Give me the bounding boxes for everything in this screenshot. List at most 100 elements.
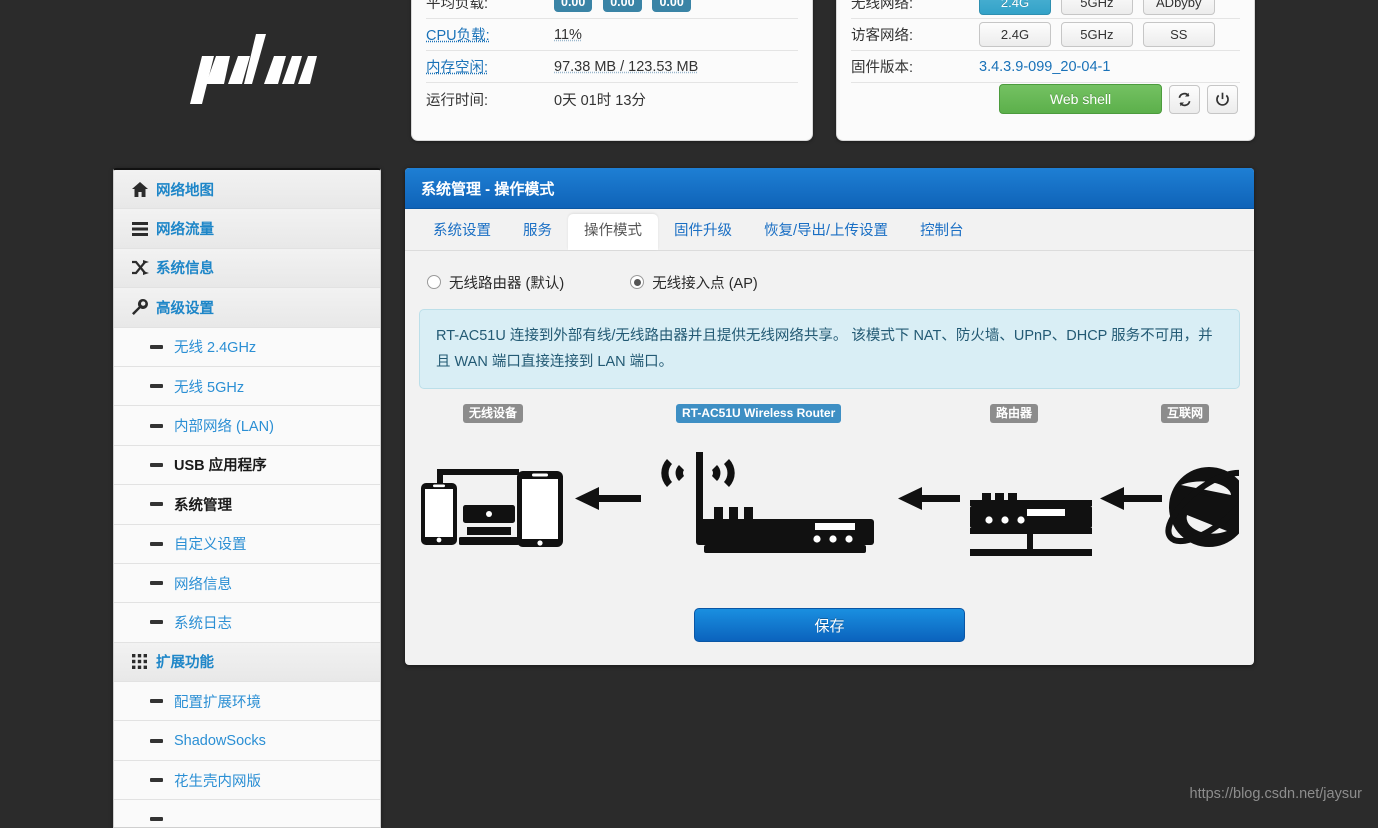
radio-access-point[interactable]: 无线接入点 (AP) [630,272,758,293]
sidebar-item-truncated[interactable] [114,800,380,827]
sidebar-label: 内部网络 (LAN) [174,419,274,436]
dash-icon [150,344,174,349]
stat-row-cpu: CPU负载: 11% [426,19,798,51]
sidebar-label: 配置扩展环境 [174,694,261,711]
sidebar-label: 系统日志 [174,615,232,632]
dash-icon [150,817,174,822]
tab-restore-export[interactable]: 恢复/导出/上传设置 [748,214,904,250]
sidebar-item-lan[interactable]: 内部网络 (LAN) [114,406,380,446]
cpu-load-value: 11% [554,26,582,43]
dash-icon [150,581,174,586]
dash-icon [150,541,174,546]
mode-description-alert: RT-AC51U 连接到外部有线/无线路由器并且提供无线网络共享。 该模式下 N… [419,309,1240,389]
dash-icon [150,462,174,467]
firmware-version[interactable]: 3.4.3.9-099_20-04-1 [979,59,1110,75]
wireless-label: 无线网络: [851,0,914,12]
loadavg-badge-2: 0.00 [603,0,642,12]
tab-firmware-upgrade[interactable]: 固件升级 [658,214,748,250]
loadavg-badge-1: 0.00 [554,0,593,12]
tab-operation-mode[interactable]: 操作模式 [568,214,658,250]
wireless-pills: 2.4G 5GHz ADbyby [979,0,1221,15]
sidebar-item-shadowsocks[interactable]: ShadowSocks [114,721,380,761]
sidebar-nav: 网络地图 网络流量 系统信息 高级设置 无线 2.4GHz 无线 5GHz 内部… [113,168,381,828]
stat-row-loadavg: 平均负载: 0.00 0.00 0.00 [426,0,798,19]
sidebar-item-extensions[interactable]: 扩展功能 [114,642,380,683]
radio-circle-router[interactable] [427,275,441,289]
stat-row-guest: 访客网络: 2.4G 5GHz SS [851,19,1240,51]
radio-label-router: 无线路由器 (默认) [449,275,565,292]
stat-row-wireless: 无线网络: 2.4G 5GHz ADbyby [851,0,1240,19]
panel-body: 无线路由器 (默认) 无线接入点 (AP) RT-AC51U 连接到外部有线/无… [405,251,1254,599]
sidebar-item-system-info[interactable]: 系统信息 [114,248,380,289]
sidebar-label: 高级设置 [156,300,214,317]
sidebar-item-configure-ext-env[interactable]: 配置扩展环境 [114,682,380,722]
memory-free-label[interactable]: 内存空闲: [426,56,554,77]
loadavg-label: 平均负载: [426,0,489,12]
stat-row-uptime: 运行时间: 0天 01时 13分 [426,83,798,115]
refresh-icon[interactable] [1169,84,1200,114]
sidebar-label: 网络地图 [156,182,214,199]
sidebar-item-wireless-24[interactable]: 无线 2.4GHz [114,327,380,367]
diagram-label-upstream-router: 路由器 [990,404,1039,423]
guest-pills: 2.4G 5GHz SS [979,22,1221,47]
sidebar-label: 扩展功能 [156,655,214,672]
sidebar-label: ShadowSocks [174,732,266,749]
power-icon[interactable] [1207,84,1238,114]
dash-icon [150,738,174,743]
guest-pill-5ghz[interactable]: 5GHz [1060,22,1133,47]
web-shell-button[interactable]: Web shell [999,84,1162,114]
watermark-url: https://blog.csdn.net/jaysur [1189,786,1363,802]
home-icon [132,181,156,197]
memory-free-value: 97.38 MB / 123.53 MB [554,58,699,75]
sidebar-label: 无线 5GHz [174,379,245,396]
tab-services[interactable]: 服务 [507,214,568,250]
page-title: 系统管理 - 操作模式 [405,168,1254,209]
sidebar-label: 花生壳内网版 [174,773,261,790]
sidebar-item-system-log[interactable]: 系统日志 [114,603,380,643]
uptime-value: 0天 01时 13分 [554,92,646,109]
operation-mode-radio-group: 无线路由器 (默认) 无线接入点 (AP) [419,265,1240,299]
cpu-load-label[interactable]: CPU负载: [426,24,554,45]
sidebar-item-network-map[interactable]: 网络地图 [114,170,380,210]
loadavg-badge-3: 0.00 [652,0,691,12]
top-status-area: 平均负载: 0.00 0.00 0.00 CPU负载: 11% 内存空闲: 97… [0,0,1378,155]
radio-circle-ap[interactable] [630,275,645,289]
loadavg-values: 0.00 0.00 0.00 [554,0,698,12]
tab-system-settings[interactable]: 系统设置 [417,214,507,250]
network-status-card: 无线网络: 2.4G 5GHz ADbyby 访客网络: 2.4G 5GHz S… [836,0,1255,141]
wireless-pill-24g[interactable]: 2.4G [979,0,1051,15]
guest-pill-ss[interactable]: SS [1142,22,1215,47]
sidebar-label: 网络流量 [156,222,214,239]
dash-icon [150,778,174,783]
sidebar-label: 无线 2.4GHz [174,340,257,357]
sidebar-label: USB 应用程序 [174,458,267,475]
sidebar-item-custom-settings[interactable]: 自定义设置 [114,524,380,564]
diagram-label-router-device: RT-AC51U Wireless Router [676,404,842,423]
wireless-pill-5ghz[interactable]: 5GHz [1060,0,1133,15]
uptime-label: 运行时间: [426,92,489,109]
sidebar-item-oray-intranet[interactable]: 花生壳内网版 [114,760,380,801]
sidebar-label: 网络信息 [174,576,232,593]
sidebar-item-wireless-5[interactable]: 无线 5GHz [114,366,380,407]
dash-icon [150,699,174,704]
guest-network-label: 访客网络: [851,28,914,44]
guest-pill-24g[interactable]: 2.4G [979,22,1051,47]
tab-console[interactable]: 控制台 [904,214,980,250]
sidebar-label: 系统信息 [156,261,214,278]
sidebar-item-advanced-settings[interactable]: 高级设置 [114,288,380,328]
wireless-pill-adbyby[interactable]: ADbyby [1142,0,1215,15]
sidebar-item-system-admin[interactable]: 系统管理 [114,485,380,525]
radio-label-ap: 无线接入点 (AP) [652,275,758,292]
firmware-label: 固件版本: [851,60,914,76]
sidebar-item-network-traffic[interactable]: 网络流量 [114,209,380,249]
sidebar-item-network-info[interactable]: 网络信息 [114,563,380,604]
stat-row-memory: 内存空闲: 97.38 MB / 123.53 MB [426,51,798,83]
sidebar-label: 系统管理 [174,497,232,514]
padavan-logo-icon [190,34,317,104]
shuffle-icon [132,260,156,276]
sidebar-item-usb-apps[interactable]: USB 应用程序 [114,445,380,486]
radio-wireless-router[interactable]: 无线路由器 (默认) [427,272,564,293]
diagram-label-internet: 互联网 [1161,404,1210,423]
save-button[interactable]: 保存 [694,608,965,642]
diagram-label-wireless-devices: 无线设备 [463,404,524,423]
